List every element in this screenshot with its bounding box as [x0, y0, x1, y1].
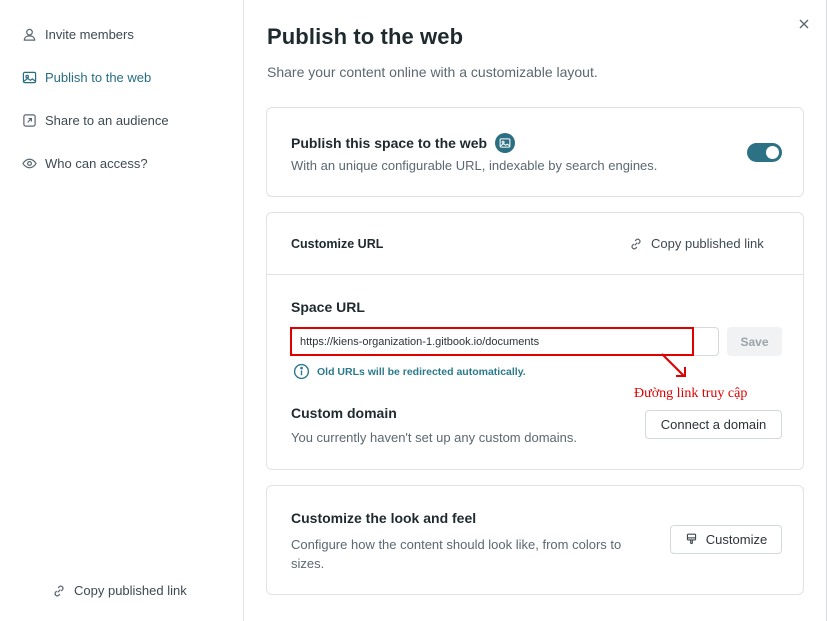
- space-url-input[interactable]: [291, 327, 719, 356]
- publish-modal: Invite members Publish to the web Share …: [0, 0, 827, 621]
- toggle-knob: [766, 146, 779, 159]
- annotation-text: Đường link truy cập: [634, 386, 748, 401]
- link-icon: [54, 585, 64, 596]
- link-icon: [631, 238, 641, 249]
- copy-published-link-button[interactable]: Copy published link: [52, 583, 187, 598]
- publish-toggle[interactable]: [747, 143, 782, 162]
- sidebar-item-label: Who can access?: [45, 156, 148, 171]
- page-title: Publish to the web: [267, 24, 464, 49]
- share-icon: [23, 114, 36, 127]
- close-icon[interactable]: [797, 17, 811, 31]
- web-badge-icon: [495, 133, 516, 153]
- customize-look-description: Configure how the content should look li…: [291, 537, 622, 571]
- paintbrush-icon: [686, 533, 696, 545]
- connect-domain-button[interactable]: Connect a domain: [645, 410, 782, 439]
- customize-url-title: Customize URL: [291, 237, 384, 251]
- copy-published-link-label: Copy published link: [74, 583, 187, 598]
- sidebar-item-label: Invite members: [45, 27, 134, 42]
- custom-domain-title: Custom domain: [291, 405, 397, 421]
- customize-url-card: Customize URL Copy published link Space …: [266, 212, 804, 470]
- customize-button[interactable]: Customize: [670, 525, 782, 554]
- redirect-note-text: Old URLs will be redirected automaticall…: [317, 365, 526, 378]
- page-subtitle: Share your content online with a customi…: [267, 64, 598, 80]
- customize-look-card: Customize the look and feel Configure ho…: [266, 485, 804, 595]
- user-icon: [23, 28, 36, 41]
- sidebar-item-label: Publish to the web: [45, 70, 152, 85]
- publish-card-title-row: Publish this space to the web: [291, 133, 516, 153]
- publish-card-title: Publish this space to the web: [291, 135, 488, 151]
- sidebar: Invite members Publish to the web Share …: [0, 0, 244, 621]
- divider: [267, 274, 803, 275]
- sidebar-item-label: Share to an audience: [45, 113, 169, 128]
- copy-published-link-button[interactable]: Copy published link: [629, 236, 764, 251]
- sidebar-item-publish-to-web[interactable]: Publish to the web: [22, 70, 151, 85]
- save-button[interactable]: Save: [727, 327, 782, 356]
- annotation-arrow-icon: [661, 353, 686, 377]
- space-url-label: Space URL: [291, 299, 365, 315]
- customize-button-label: Customize: [705, 532, 768, 547]
- custom-domain-description: You currently haven't set up any custom …: [291, 430, 577, 445]
- customize-look-title: Customize the look and feel: [291, 510, 477, 526]
- sidebar-item-share-audience[interactable]: Share to an audience: [22, 113, 169, 128]
- copy-published-link-label: Copy published link: [651, 236, 764, 251]
- publish-card: Publish this space to the web With an un…: [266, 107, 804, 197]
- publish-card-description: With an unique configurable URL, indexab…: [291, 158, 658, 173]
- web-icon: [22, 71, 37, 84]
- redirect-note: Old URLs will be redirected automaticall…: [293, 363, 526, 380]
- info-icon: [293, 363, 310, 380]
- eye-icon: [22, 158, 37, 169]
- sidebar-item-who-can-access[interactable]: Who can access?: [22, 156, 148, 171]
- sidebar-item-invite-members[interactable]: Invite members: [22, 27, 134, 42]
